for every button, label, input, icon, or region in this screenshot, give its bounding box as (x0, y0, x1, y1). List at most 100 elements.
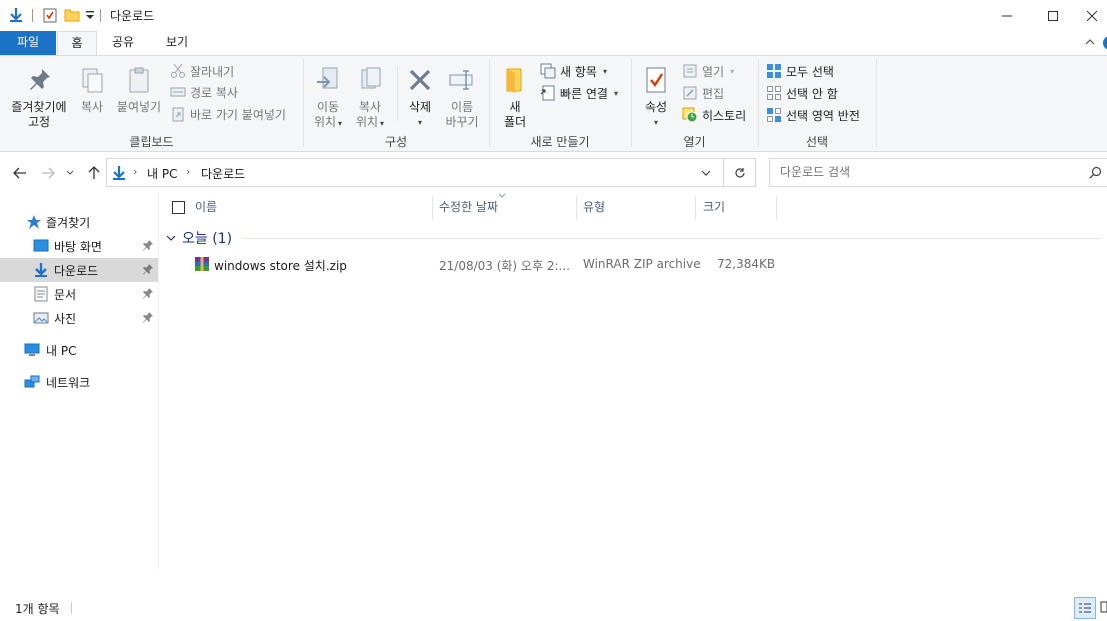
tab-home[interactable]: 홈 (57, 31, 97, 56)
history-label: 히스토리 (702, 108, 747, 123)
rename-button[interactable]: 이름 바꾸기 (441, 66, 483, 130)
up-button[interactable] (84, 163, 104, 183)
star-icon (26, 214, 42, 230)
pin-icon[interactable] (142, 287, 154, 299)
collapse-ribbon-icon[interactable] (1085, 38, 1095, 46)
back-button[interactable] (10, 163, 30, 183)
new-folder-button[interactable]: 새 폴더 (498, 66, 532, 130)
forward-arrow-icon (42, 167, 55, 179)
pin-label-line2: 고정 (27, 115, 51, 129)
pin-to-quick-access-button[interactable]: 즐겨찾기에 고정 (4, 66, 74, 130)
file-type: WinRAR ZIP archive (583, 257, 701, 271)
new-item-label: 새 항목 (560, 64, 597, 79)
move-to-icon (314, 66, 342, 94)
open-label: 열기 (702, 64, 725, 79)
address-bar[interactable]: › 내 PC › 다운로드 (106, 158, 724, 187)
search-icon (1089, 166, 1102, 179)
refresh-button[interactable] (724, 158, 756, 187)
move-to-line2: 위치 (313, 115, 337, 129)
tab-file[interactable]: 파일 (0, 31, 56, 55)
edit-icon (683, 86, 697, 100)
pin-icon[interactable] (142, 263, 154, 275)
breadcrumb-downloads[interactable]: 다운로드 (201, 165, 245, 182)
column-header-name[interactable]: 이름 (195, 192, 217, 222)
nav-item-network[interactable]: 네트워크 (0, 370, 158, 394)
properties-check-icon[interactable] (42, 7, 58, 23)
breadcrumb-separator-icon[interactable]: › (186, 165, 190, 178)
rename-icon (448, 66, 476, 94)
pin-icon[interactable] (142, 239, 154, 251)
close-button[interactable] (1076, 0, 1107, 31)
new-folder-line2: 폴더 (503, 115, 527, 129)
select-none-button[interactable]: 선택 안 함 (766, 83, 838, 103)
cut-button[interactable]: 잘라내기 (170, 61, 234, 81)
nav-item-this-pc[interactable]: 내 PC (0, 338, 158, 362)
paste-shortcut-button[interactable]: 바로 가기 붙여넣기 (170, 104, 286, 124)
pin-icon[interactable] (142, 311, 154, 323)
column-header-type[interactable]: 유형 (583, 192, 605, 222)
history-button[interactable]: 히스토리 (682, 105, 746, 125)
invert-selection-button[interactable]: 선택 영역 반전 (766, 105, 860, 125)
tab-share[interactable]: 공유 (103, 31, 143, 55)
computer-icon (24, 342, 40, 358)
minimize-button[interactable] (984, 0, 1030, 31)
address-history-chevron-icon[interactable] (701, 170, 711, 177)
edit-button[interactable]: 편집 (682, 83, 724, 103)
folder-icon (501, 66, 529, 94)
select-all-icon (767, 64, 781, 78)
rename-line1: 이름 (450, 100, 474, 114)
search-input[interactable] (780, 165, 1080, 179)
scissors-icon (171, 63, 185, 78)
pin-label-line1: 즐겨찾기에 (11, 100, 67, 114)
copy-icon (78, 66, 106, 94)
open-button[interactable]: 열기 ▾ (682, 61, 734, 81)
nav-item-pictures[interactable]: 사진 (0, 306, 158, 330)
navigation-pane: 즐겨찾기 바탕 화면 다운로드 문서 사진 내 PC 네트워크 (0, 192, 159, 570)
select-all-button[interactable]: 모두 선택 (766, 61, 834, 81)
delete-button[interactable]: 삭제 ▾ (403, 66, 437, 130)
nav-label-desktop: 바탕 화면 (54, 240, 102, 254)
large-icons-view-button[interactable] (1100, 599, 1107, 615)
copy-to-button[interactable]: 복사 위치 ▾ (351, 66, 389, 131)
column-header-modified[interactable]: 수정한 날짜 (439, 192, 498, 222)
select-all-checkbox[interactable] (172, 201, 185, 214)
easy-access-button[interactable]: 빠른 연결 ▾ (540, 83, 618, 103)
new-item-button[interactable]: 새 항목 ▾ (540, 61, 607, 81)
properties-button[interactable]: 속성 ▾ (640, 66, 672, 130)
nav-item-desktop[interactable]: 바탕 화면 (0, 234, 158, 258)
ribbon-tabs: 파일 홈 공유 보기 (0, 31, 1107, 56)
nav-label-quick-access: 즐겨찾기 (46, 216, 91, 230)
help-icon[interactable] (1101, 35, 1107, 51)
nav-label-documents: 문서 (54, 288, 77, 302)
refresh-icon (734, 167, 745, 178)
large-icons-view-icon (1100, 601, 1107, 613)
sort-chevron-icon (498, 193, 506, 198)
details-view-button[interactable] (1074, 597, 1096, 619)
nav-item-quick-access[interactable]: 즐겨찾기 (0, 210, 158, 234)
customize-quick-access-chevron-icon[interactable] (85, 9, 95, 21)
column-header-size[interactable]: 크기 (703, 192, 725, 222)
nav-item-documents[interactable]: 문서 (0, 282, 158, 306)
new-folder-icon[interactable] (64, 7, 80, 23)
copy-button[interactable]: 복사 (76, 66, 108, 115)
file-list: 이름 수정한 날짜 유형 크기 오늘 (1) windows store 설치.… (160, 192, 1107, 570)
document-icon (33, 286, 49, 302)
search-box[interactable] (769, 158, 1107, 187)
recent-locations-button[interactable] (63, 163, 77, 183)
paste-button[interactable]: 붙여넣기 (113, 66, 165, 115)
copy-path-button[interactable]: 경로 복사 (170, 82, 238, 102)
forward-button[interactable] (38, 163, 58, 183)
ribbon-home: 즐겨찾기에 고정 복사 붙여넣기 잘라내기 경로 복사 바로 가기 붙여넣기 클… (0, 55, 1107, 152)
nav-item-downloads[interactable]: 다운로드 (0, 258, 158, 282)
group-header-today[interactable]: 오늘 (1) (166, 228, 232, 248)
item-count: 1개 항목 (15, 602, 60, 616)
select-none-label: 선택 안 함 (786, 86, 838, 101)
nav-label-pictures: 사진 (54, 312, 77, 326)
breadcrumb-this-pc[interactable]: 내 PC (147, 165, 177, 182)
maximize-button[interactable] (1030, 0, 1076, 31)
group-label: 오늘 (1) (182, 231, 233, 247)
breadcrumb-separator-icon[interactable]: › (133, 165, 137, 178)
move-to-button[interactable]: 이동 위치 ▾ (309, 66, 347, 131)
file-name[interactable]: windows store 설치.zip (214, 257, 347, 274)
tab-view[interactable]: 보기 (155, 31, 199, 55)
